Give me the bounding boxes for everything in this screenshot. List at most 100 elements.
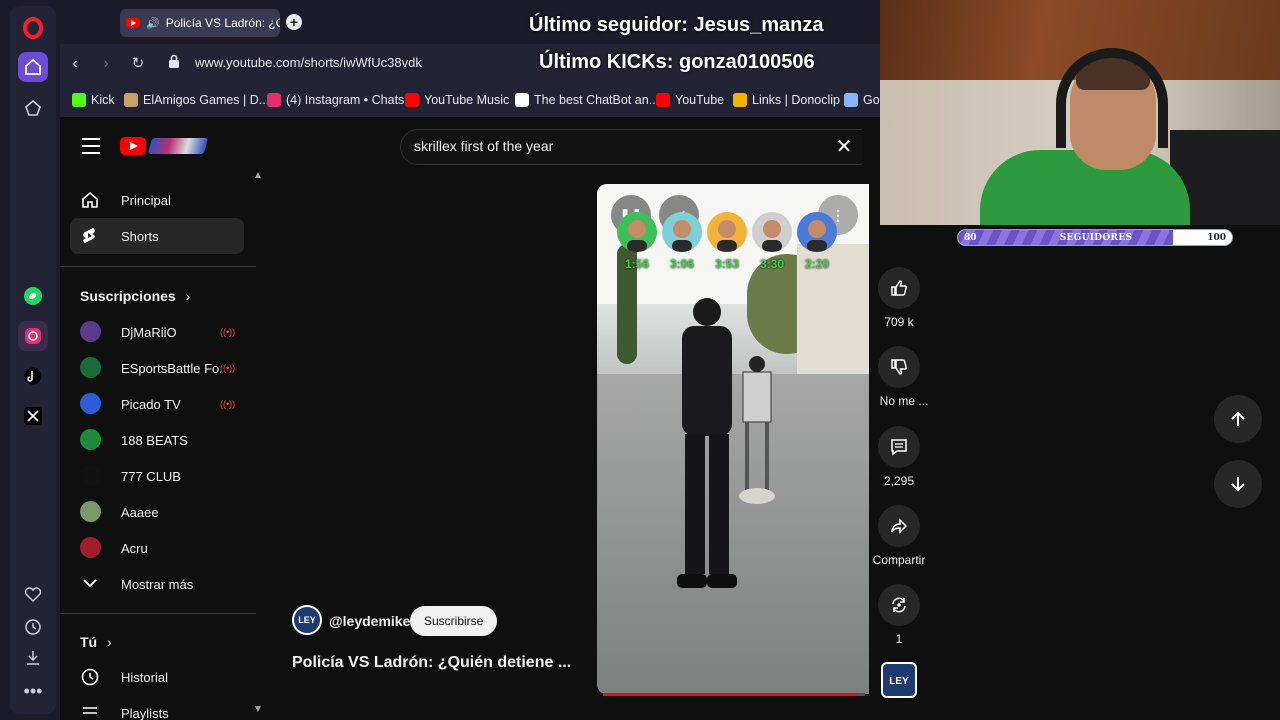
sidebar-item-principal[interactable]: Principal <box>70 182 244 218</box>
speed-dial-icon[interactable] <box>18 93 48 123</box>
channel-avatar <box>80 537 101 558</box>
player-face-avatar <box>617 212 657 252</box>
youtube-doodle-logo[interactable] <box>147 138 209 154</box>
share-button[interactable] <box>878 505 920 547</box>
video-title[interactable]: Policía VS Ladrón: ¿Quién detiene ... <box>292 654 571 672</box>
subscription-item[interactable]: ESportsBattle Fo... ((•)) <box>70 350 244 386</box>
playlists-icon <box>83 707 97 714</box>
bookmark-item[interactable]: Kick <box>72 93 115 107</box>
bookmark-label: (4) Instagram • Chats <box>286 93 405 107</box>
opera-logo-icon[interactable] <box>18 13 48 43</box>
bookmark-label: Kick <box>91 93 115 107</box>
remix-count: 1 <box>895 632 903 646</box>
subscription-item[interactable]: Picado TV ((•)) <box>70 386 244 422</box>
show-more-label: Mostrar más <box>121 577 194 592</box>
subscriptions-heading[interactable]: Suscripciones › <box>80 288 190 304</box>
subscription-label: ESportsBattle Fo... <box>121 361 221 376</box>
sidebar-scroll-up-icon[interactable]: ▲ <box>253 170 263 181</box>
home-icon <box>82 191 98 208</box>
lock-icon <box>169 54 179 68</box>
comments-button[interactable] <box>878 426 920 468</box>
like-count: 709 k <box>884 315 914 329</box>
home-icon[interactable] <box>18 52 48 82</box>
history-clock-icon[interactable] <box>18 612 48 642</box>
bookmark-item[interactable]: Links | Donoclip <box>733 93 840 107</box>
bookmark-label: YouTube <box>675 93 725 107</box>
bookmark-item[interactable]: The best ChatBot an... <box>515 93 659 107</box>
sidebar-item-playlists[interactable]: Playlists <box>70 695 244 720</box>
comments-count: 2,295 <box>883 474 915 488</box>
x-twitter-icon[interactable] <box>18 401 48 431</box>
new-tab-plus-icon[interactable]: + <box>286 14 302 30</box>
menu-hamburger-icon[interactable] <box>82 138 100 154</box>
dislike-button[interactable] <box>878 346 920 388</box>
back-arrow-icon[interactable]: ‹ <box>63 52 87 76</box>
browser-tab-active[interactable]: 🔊 Policía VS Ladrón: ¿Qu <box>120 9 280 37</box>
forward-arrow-icon[interactable]: › <box>94 52 118 76</box>
chevron-down-icon <box>83 579 97 588</box>
sidebar-item-shorts[interactable]: Shorts <box>70 218 244 254</box>
tiktok-icon[interactable] <box>18 361 48 391</box>
chevron-right-icon: › <box>107 634 112 650</box>
next-short-button[interactable] <box>1214 460 1262 508</box>
channel-avatar <box>80 501 101 522</box>
bookmark-item[interactable]: (4) Instagram • Chats <box>267 93 404 107</box>
sidebar-item-historial[interactable]: Historial <box>70 659 244 695</box>
subscription-label: DjMaRiiO <box>121 325 177 340</box>
bookmark-item[interactable]: YouTube Music <box>405 93 509 107</box>
bookmark-label: Go <box>863 93 880 107</box>
headset-icon <box>1056 48 1168 148</box>
thumbs-down-icon <box>891 359 907 375</box>
youtube-logo-icon[interactable] <box>120 137 146 155</box>
subscription-item[interactable]: 188 BEATS <box>70 422 244 458</box>
history-icon <box>81 668 99 686</box>
previous-short-button[interactable] <box>1214 395 1262 443</box>
gemini-icon <box>844 93 858 107</box>
player-face-avatar <box>752 212 792 252</box>
subscription-label: 188 BEATS <box>121 433 188 448</box>
bookmark-label: YouTube Music <box>424 93 510 107</box>
you-heading[interactable]: Tú › <box>80 634 112 650</box>
like-button[interactable] <box>878 267 920 309</box>
subscription-item[interactable]: Aaaee <box>70 494 244 530</box>
arrow-up-icon <box>1231 411 1245 426</box>
heart-icon[interactable] <box>18 580 48 610</box>
channel-avatar[interactable]: LEY <box>292 605 322 635</box>
player-timer: 1:56 <box>625 257 650 271</box>
subscription-item[interactable]: DjMaRiiO ((•)) <box>70 314 244 350</box>
sound-channel-thumbnail[interactable]: LEY <box>881 662 917 698</box>
channel-name[interactable]: @leydemike <box>329 613 410 629</box>
sidebar-item-label: Historial <box>121 670 168 685</box>
dislike-label: No me ... <box>879 394 929 408</box>
followers-goal-bar: SEGUIDORES 80 100 <box>957 229 1233 246</box>
search-input[interactable] <box>414 138 814 154</box>
downloads-icon[interactable] <box>18 643 48 673</box>
player-timer: 2:20 <box>805 257 830 271</box>
target-dummy <box>739 356 775 504</box>
share-label: Compartir <box>872 553 926 567</box>
whatsapp-icon[interactable] <box>18 281 48 311</box>
chatbot-icon <box>515 93 529 107</box>
sidebar-scroll-down-icon[interactable]: ▼ <box>253 704 263 715</box>
bookmark-item[interactable]: YouTube <box>656 93 724 107</box>
instagram-icon[interactable] <box>18 321 48 351</box>
more-options-icon[interactable]: ••• <box>18 676 48 706</box>
clear-search-icon[interactable]: ✕ <box>834 134 854 159</box>
subscription-item[interactable]: Acru <box>70 530 244 566</box>
subscription-item[interactable]: 777 CLUB <box>70 458 244 494</box>
remix-button[interactable] <box>878 584 920 626</box>
youtube-favicon-icon <box>126 18 140 28</box>
subscription-label: 777 CLUB <box>121 469 181 484</box>
url-text[interactable]: www.youtube.com/shorts/iwWfUc38vdk <box>195 55 422 70</box>
channel-avatar <box>80 465 101 486</box>
speaker-icon[interactable]: 🔊 <box>146 17 160 30</box>
subscribe-button[interactable]: Suscribirse <box>410 606 498 636</box>
bookmark-item[interactable]: Go <box>844 93 880 107</box>
subscription-label: Picado TV <box>121 397 181 412</box>
player-face-avatar <box>662 212 702 252</box>
bookmark-item[interactable]: ElAmigos Games | D... <box>124 93 269 107</box>
show-more-button[interactable]: Mostrar más <box>70 566 244 602</box>
reload-icon[interactable]: ↻ <box>126 52 150 76</box>
instagram-icon <box>267 93 281 107</box>
followers-goal-label: SEGUIDORES <box>1059 233 1133 243</box>
